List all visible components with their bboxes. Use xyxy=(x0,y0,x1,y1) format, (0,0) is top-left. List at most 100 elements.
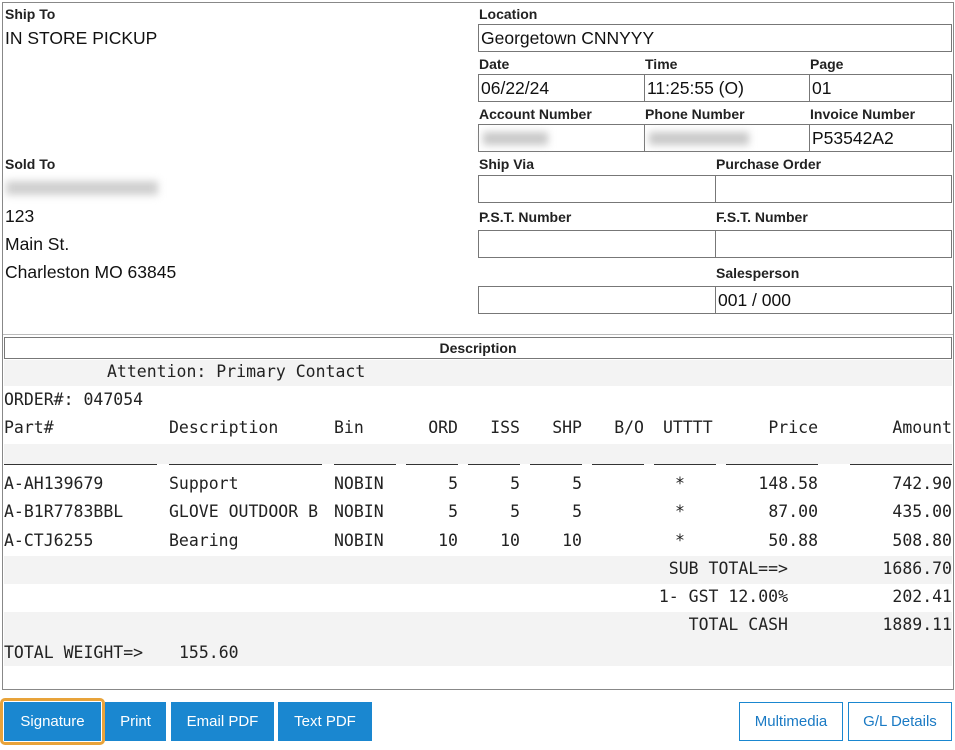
body-band xyxy=(4,556,952,584)
subtotal-value: 1686.70 xyxy=(882,559,952,578)
order-line: ORDER#: 047054 xyxy=(4,390,144,409)
table-row-price: 148.58 xyxy=(758,474,818,493)
purchase-order-label: Purchase Order xyxy=(716,156,822,172)
underline-uttt xyxy=(654,464,716,465)
table-row-part: A-CTJ6255 xyxy=(4,531,94,550)
pst-number-field xyxy=(478,230,716,258)
table-row-part: A-AH139679 xyxy=(4,474,104,493)
table-row-iss: 5 xyxy=(510,474,520,493)
underline-ord xyxy=(406,464,458,465)
ship-to-label: Ship To xyxy=(5,6,56,22)
table-row-ord: 10 xyxy=(438,531,458,550)
col-header-price: Price xyxy=(768,418,818,437)
table-row-price: 50.88 xyxy=(768,531,818,550)
fst-number-field xyxy=(715,230,952,258)
col-header-ord: ORD xyxy=(428,418,458,437)
table-row-amount: 508.80 xyxy=(892,531,952,550)
underline-bin xyxy=(334,464,396,465)
gst-label: 1- GST 12.00% xyxy=(658,587,788,606)
table-row-shp: 5 xyxy=(572,502,582,521)
salesperson-label: Salesperson xyxy=(716,265,800,281)
col-header-amount: Amount xyxy=(892,418,952,437)
table-row-price: 87.00 xyxy=(768,502,818,521)
ship-via-label: Ship Via xyxy=(479,156,534,172)
table-row-shp: 5 xyxy=(572,474,582,493)
sold-to-name-redacted xyxy=(6,181,158,195)
attention-line: Attention: Primary Contact xyxy=(107,362,366,381)
time-field: 11:25:55 (O) xyxy=(644,74,810,102)
table-row-uttt: * xyxy=(675,531,685,550)
salesperson-spacer-field xyxy=(478,286,716,314)
subtotal-label: SUB TOTAL==> xyxy=(668,559,788,578)
text-pdf-button[interactable]: Text PDF xyxy=(278,702,372,741)
table-row-amount: 435.00 xyxy=(892,502,952,521)
gst-value: 202.41 xyxy=(892,587,952,606)
table-row-ord: 5 xyxy=(448,502,458,521)
total-value: 1889.11 xyxy=(882,615,952,634)
total-weight-value: 155.60 xyxy=(179,643,239,662)
total-label: TOTAL CASH xyxy=(688,615,788,634)
invoice-number-label: Invoice Number xyxy=(810,106,916,122)
underline-shp xyxy=(530,464,582,465)
time-label: Time xyxy=(645,56,678,72)
page-field: 01 xyxy=(809,74,952,102)
table-row-iss: 5 xyxy=(510,502,520,521)
col-header-iss: ISS xyxy=(490,418,520,437)
location-field: Georgetown CNNYYY xyxy=(478,24,952,52)
ship-via-field xyxy=(478,175,716,203)
underline-price xyxy=(726,464,818,465)
body-band xyxy=(4,640,952,666)
phone-number-field xyxy=(644,124,810,152)
underline-iss xyxy=(468,464,520,465)
table-row-bin: NOBIN xyxy=(334,502,384,521)
sold-to-line1: 123 xyxy=(5,206,35,226)
ship-to-value: IN STORE PICKUP xyxy=(5,28,158,48)
sold-to-line3: Charleston MO 63845 xyxy=(5,262,177,282)
phone-number-redacted xyxy=(649,132,749,145)
col-header-description: Description xyxy=(169,418,279,437)
underline-bo xyxy=(592,464,644,465)
col-header-uttt: UTTTT xyxy=(663,418,713,437)
underline-description xyxy=(169,464,322,465)
location-label: Location xyxy=(479,6,538,22)
col-header-bo: B/O xyxy=(614,418,644,437)
table-row-description: GLOVE OUTDOOR B xyxy=(169,502,319,521)
email-pdf-button[interactable]: Email PDF xyxy=(171,702,274,741)
table-row-uttt: * xyxy=(675,502,685,521)
table-row-bin: NOBIN xyxy=(334,531,384,550)
account-number-field xyxy=(478,124,645,152)
sold-to-line2: Main St. xyxy=(5,234,70,254)
total-weight-label: TOTAL WEIGHT=> xyxy=(4,643,144,662)
purchase-order-field xyxy=(715,175,952,203)
account-number-redacted xyxy=(483,132,548,145)
table-row-uttt: * xyxy=(675,474,685,493)
table-row-shp: 10 xyxy=(562,531,582,550)
table-row-ord: 5 xyxy=(448,474,458,493)
table-row-description: Support xyxy=(169,474,239,493)
table-row-description: Bearing xyxy=(169,531,239,550)
body-band xyxy=(4,444,952,464)
table-row-iss: 10 xyxy=(500,531,520,550)
gl-details-button[interactable]: G/L Details xyxy=(848,702,952,741)
col-header-part: Part# xyxy=(4,418,54,437)
page-label: Page xyxy=(810,56,844,72)
account-number-label: Account Number xyxy=(479,106,592,122)
table-row-part: A-B1R7783BBL xyxy=(4,502,124,521)
print-button[interactable]: Print xyxy=(105,702,166,741)
underline-amount xyxy=(850,464,952,465)
multimedia-button[interactable]: Multimedia xyxy=(739,702,843,741)
table-row-amount: 742.90 xyxy=(892,474,952,493)
fst-number-label: F.S.T. Number xyxy=(716,209,808,225)
sold-to-label: Sold To xyxy=(5,156,56,172)
col-header-bin: Bin xyxy=(334,418,364,437)
date-label: Date xyxy=(479,56,510,72)
underline-part xyxy=(4,464,157,465)
invoice-number-field: P53542A2 xyxy=(809,124,952,152)
body-band xyxy=(4,612,952,640)
table-row-bin: NOBIN xyxy=(334,474,384,493)
description-header: Description xyxy=(4,337,952,359)
phone-number-label: Phone Number xyxy=(645,106,745,122)
signature-button[interactable]: Signature xyxy=(4,702,101,741)
pst-number-label: P.S.T. Number xyxy=(479,209,572,225)
salesperson-field: 001 / 000 xyxy=(715,286,952,314)
